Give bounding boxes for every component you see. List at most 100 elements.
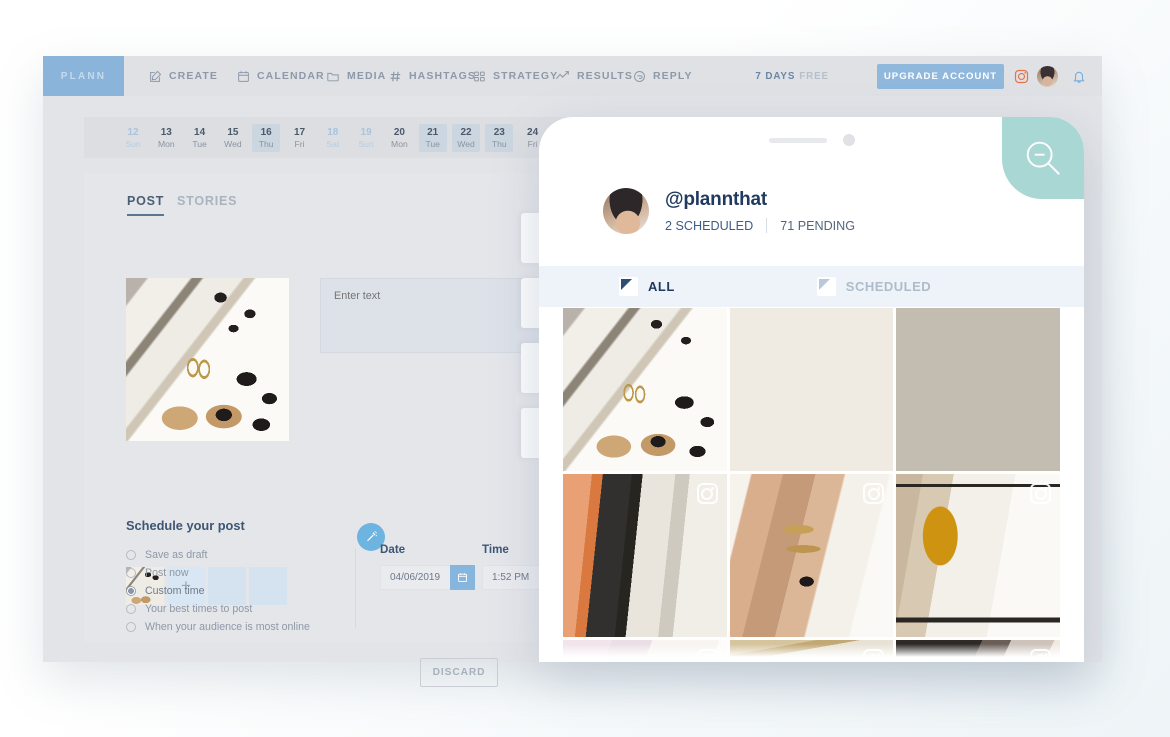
date-cell-19[interactable]: 19 Sun — [352, 124, 380, 152]
radio-custom-time[interactable]: Custom time — [126, 585, 204, 597]
upgrade-account-button[interactable]: UPGRADE ACCOUNT — [877, 64, 1004, 89]
date-value[interactable]: 04/06/2019 — [380, 565, 450, 590]
instagram-icon — [863, 649, 885, 662]
radio-dot — [126, 604, 136, 614]
radio-save-as-draft[interactable]: Save as draft — [126, 549, 207, 561]
grid-cell[interactable] — [729, 308, 894, 471]
grid-cell[interactable] — [896, 474, 1060, 637]
date-cell-22[interactable]: 22 Wed — [452, 124, 480, 152]
instagram-icon[interactable] — [1014, 69, 1029, 89]
date-weekday: Thu — [491, 138, 507, 149]
date-number: 12 — [127, 126, 139, 138]
tab-label: ALL — [648, 279, 675, 294]
media-grid — [563, 308, 1060, 662]
radio-post-now[interactable]: Post now — [126, 567, 189, 579]
radio-dot — [126, 622, 136, 632]
date-cell-17[interactable]: 17 Fri — [286, 124, 314, 152]
calendar-icon[interactable] — [450, 565, 475, 590]
caption-input[interactable] — [320, 278, 546, 353]
profile-stats: 2 SCHEDULED 71 PENDING — [665, 218, 855, 233]
radio-label: When your audience is most online — [145, 621, 310, 633]
grid-cell[interactable] — [563, 308, 727, 471]
date-label: Date — [380, 543, 406, 556]
date-cell-16[interactable]: 16 Thu — [252, 124, 281, 152]
scheduled-count: 2 SCHEDULED — [665, 218, 754, 233]
drawer-handle-3[interactable] — [521, 343, 541, 393]
trial-status: 7 DAYS FREE — [755, 56, 829, 96]
tab-stories[interactable]: STORIES — [177, 194, 237, 208]
nav-item-reply[interactable]: REPLY — [633, 56, 693, 96]
nav-item-calendar[interactable]: CALENDAR — [237, 56, 325, 96]
nav-item-create[interactable]: CREATE — [149, 56, 218, 96]
instagram-grid-phone-preview: @plannthat 2 SCHEDULED 71 PENDING ALL SC… — [539, 117, 1084, 662]
date-field[interactable]: 04/06/2019 — [380, 565, 475, 590]
section-divider — [355, 548, 356, 628]
date-cell-20[interactable]: 20 Mon — [385, 124, 413, 152]
grid-cell[interactable] — [729, 474, 894, 637]
nav-item-strategy[interactable]: STRATEGY — [473, 56, 558, 96]
hash-icon — [389, 70, 402, 83]
radio-label: Save as draft — [145, 549, 208, 561]
date-number: 18 — [327, 126, 339, 138]
date-cell-13[interactable]: 13 Mon — [152, 124, 180, 152]
phone-camera — [842, 134, 855, 146]
date-number: 22 — [460, 126, 472, 138]
date-cell-21[interactable]: 21 Tue — [418, 124, 447, 152]
drawer-handle-4[interactable] — [521, 408, 541, 458]
corner-fold-icon — [816, 277, 836, 296]
radio-audience-online[interactable]: When your audience is most online — [126, 621, 310, 633]
nav-label: STRATEGY — [493, 70, 559, 82]
date-number: 14 — [194, 126, 206, 138]
schedule-section-title: Schedule your post — [126, 518, 245, 533]
date-cell-14[interactable]: 14 Tue — [186, 124, 214, 152]
grid-cell[interactable] — [896, 640, 1060, 662]
drawer-handle-2[interactable] — [521, 278, 541, 328]
tab-all[interactable]: ALL — [619, 277, 675, 296]
thumbnail-slot-3[interactable] — [249, 567, 287, 605]
nav-item-hashtags[interactable]: HASHTAGS — [389, 56, 476, 96]
radio-dot-selected — [126, 586, 136, 596]
nav-item-media[interactable]: MEDIA — [326, 56, 386, 96]
nav-item-results[interactable]: RESULTS — [555, 56, 633, 96]
profile-info: @plannthat 2 SCHEDULED 71 PENDING — [665, 189, 855, 233]
tab-scheduled[interactable]: SCHEDULED — [816, 277, 931, 296]
grid-cell[interactable] — [896, 308, 1060, 471]
time-value[interactable]: 1:52 PM — [482, 565, 542, 590]
radio-label: Your best times to post — [145, 603, 253, 615]
thumbnail-slot-2[interactable] — [208, 567, 246, 605]
date-weekday: Fri — [294, 138, 305, 149]
drawer-handle-1[interactable] — [521, 213, 541, 263]
top-navigation-bar: PLANN CREATE CALENDAR MEDIA HASHTAGS STR… — [43, 56, 1102, 96]
date-weekday: Tue — [192, 138, 207, 149]
date-number: 17 — [293, 126, 306, 138]
grid-cell[interactable] — [729, 640, 894, 662]
date-weekday: Mon — [391, 138, 408, 149]
date-cell-15[interactable]: 15 Wed — [219, 124, 247, 152]
radio-label: Custom time — [145, 585, 205, 597]
radio-best-times[interactable]: Your best times to post — [126, 603, 252, 615]
date-number: 20 — [393, 126, 405, 138]
pencil-square-icon — [149, 70, 162, 83]
notification-bell-icon[interactable] — [1072, 69, 1086, 89]
date-number: 21 — [427, 126, 439, 138]
grid-cell[interactable] — [563, 640, 727, 662]
phone-notch — [749, 133, 875, 147]
radio-dot — [126, 568, 136, 578]
nav-label: MEDIA — [347, 70, 387, 82]
app-logo[interactable]: PLANN — [43, 56, 124, 96]
profile-header: @plannthat 2 SCHEDULED 71 PENDING — [539, 175, 1084, 247]
date-cell-18[interactable]: 18 Sat — [319, 124, 347, 152]
screenshot-canvas: PLANN CREATE CALENDAR MEDIA HASHTAGS STR… — [0, 0, 1170, 737]
instagram-icon — [696, 649, 718, 662]
tab-post[interactable]: POST — [127, 194, 165, 216]
hero-image-preview[interactable] — [126, 278, 289, 441]
date-cell-23[interactable]: 23 Thu — [485, 124, 514, 152]
discard-button[interactable]: DISCARD — [420, 658, 498, 687]
trial-suffix: FREE — [799, 70, 829, 82]
profile-avatar[interactable] — [603, 188, 649, 234]
avatar[interactable] — [1037, 66, 1058, 87]
date-cell-12[interactable]: 12 Sun — [119, 124, 147, 152]
date-number: 19 — [360, 126, 372, 138]
reply-bubble-icon — [633, 70, 646, 83]
grid-cell[interactable] — [563, 474, 727, 637]
